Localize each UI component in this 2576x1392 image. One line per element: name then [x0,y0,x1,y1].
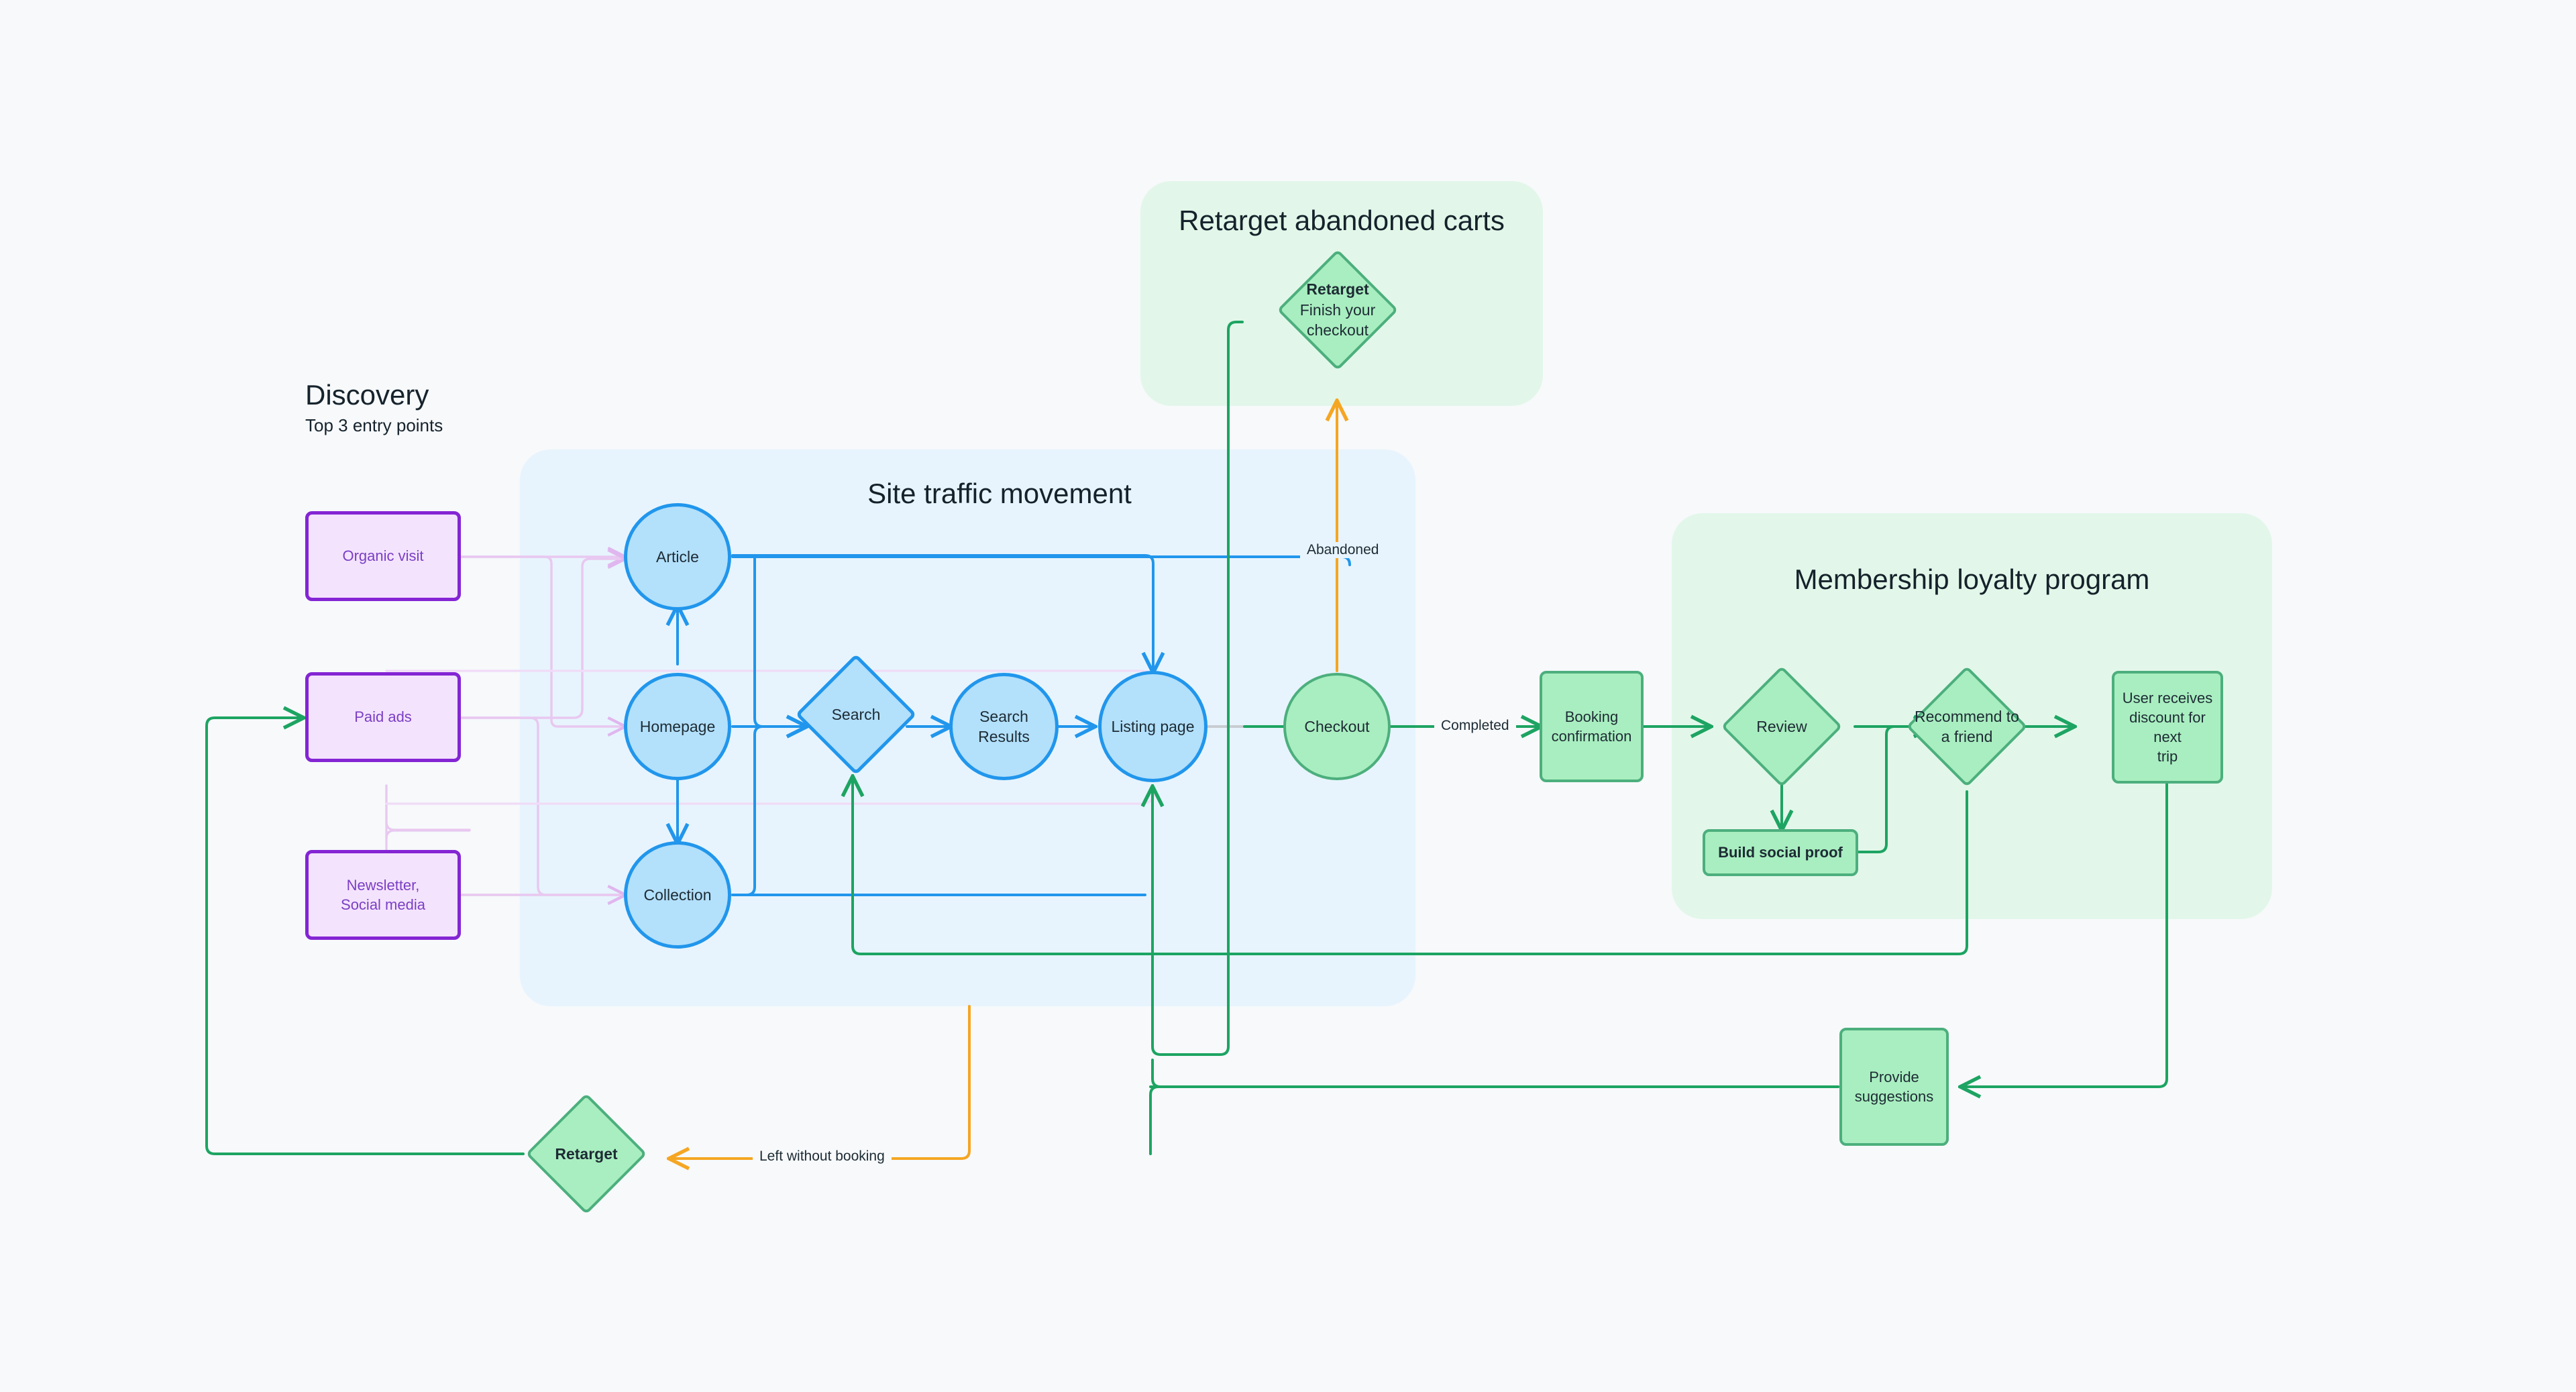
diagram-canvas: Discovery Top 3 entry points Site traffi… [0,0,2576,1392]
node-user-discount-line2: discount for next [2129,708,2206,745]
node-newsletter-line2: Social media [341,896,425,913]
node-review[interactable]: Review [1721,665,1843,788]
node-provide-suggestions[interactable]: Provide suggestions [1839,1028,1949,1146]
retarget-carts-title: Retarget abandoned carts [1179,205,1505,236]
node-homepage[interactable]: Homepage [624,673,731,780]
node-retarget-bottom[interactable]: Retarget [525,1093,647,1215]
node-newsletter-line1: Newsletter, [346,876,420,894]
node-provide-suggestions-line1: Provide [1869,1068,1919,1085]
discovery-subtitle: Top 3 entry points [305,415,443,436]
node-search[interactable]: Search [795,653,917,775]
node-recommend-friend-line1: Recommend to [1915,707,2019,725]
node-booking-confirmation[interactable]: Booking confirmation [1540,671,1644,782]
node-user-discount-line1: User receives [2122,689,2213,706]
node-listing-page[interactable]: Listing page [1098,671,1208,782]
membership-title: Membership loyalty program [1794,564,2150,595]
edge-label-abandoned: Abandoned [1300,542,1386,558]
node-checkout[interactable]: Checkout [1283,673,1391,780]
node-collection-label: Collection [643,886,712,904]
discovery-heading: Discovery Top 3 entry points [305,379,443,436]
site-traffic-title: Site traffic movement [867,478,1132,509]
node-recommend-friend-line2: a friend [1941,728,1993,745]
node-user-discount-line3: trip [2157,748,2178,765]
node-organic-visit[interactable]: Organic visit [305,511,461,601]
node-recommend-friend[interactable]: Recommend to a friend [1906,665,2028,788]
node-organic-visit-label: Organic visit [342,547,424,565]
node-retarget-checkout-line2: Finish your [1299,301,1376,319]
node-article-label: Article [656,547,699,566]
node-booking-confirmation-line1: Booking [1564,708,1619,725]
node-collection[interactable]: Collection [624,841,731,949]
node-build-social-proof-label: Build social proof [1718,844,1843,861]
node-review-label: Review [1756,717,1807,735]
discovery-title: Discovery [305,379,429,411]
node-user-discount[interactable]: User receives discount for next trip [2112,671,2223,784]
edge-label-completed: Completed [1434,718,1516,734]
node-retarget-checkout-line3: checkout [1306,321,1369,339]
node-checkout-label: Checkout [1304,717,1370,735]
node-paid-ads-label: Paid ads [354,708,412,726]
node-build-social-proof[interactable]: Build social proof [1703,829,1858,876]
edge-label-left-without-booking: Left without booking [753,1148,892,1165]
node-provide-suggestions-line2: suggestions [1854,1088,1934,1105]
node-paid-ads[interactable]: Paid ads [305,672,461,762]
node-search-results[interactable]: Search Results [949,673,1059,780]
node-search-results-label: Search Results [978,707,1030,745]
node-booking-confirmation-line2: confirmation [1551,728,1632,745]
node-retarget-checkout-line1: Retarget [1306,280,1369,299]
node-newsletter-social[interactable]: Newsletter, Social media [305,850,461,940]
node-retarget-bottom-label: Retarget [555,1144,618,1163]
node-search-label: Search [831,705,881,723]
node-retarget-checkout[interactable]: Retarget Finish your checkout [1277,249,1399,371]
node-listing-page-label: Listing page [1111,717,1195,735]
node-article[interactable]: Article [624,503,731,610]
node-homepage-label: Homepage [639,717,716,735]
